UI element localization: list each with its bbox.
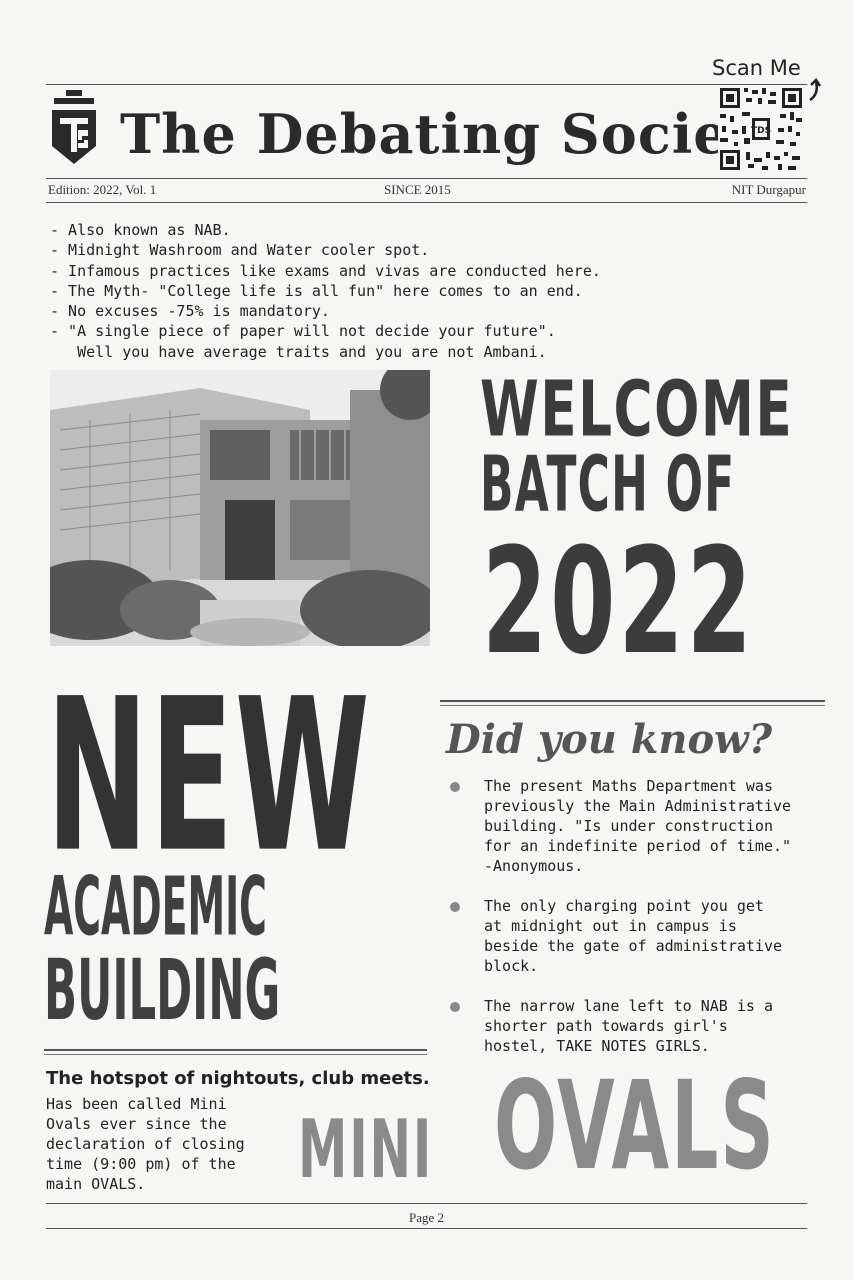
hotspot-line: Has been called Mini — [46, 1095, 227, 1113]
hotspot-line: time (9:00 pm) of the — [46, 1155, 236, 1173]
did-you-know-title: Did you know? — [446, 716, 773, 763]
hotspot-line: main OVALS. — [46, 1175, 146, 1193]
list-item: - No excuses -75% is mandatory. — [50, 302, 330, 321]
footer-top-rule — [46, 1203, 807, 1204]
list-item: The present Maths Department was previou… — [446, 776, 831, 876]
masthead-top-rule — [46, 84, 807, 85]
batch-of-heading: BATCH OF — [480, 439, 736, 529]
ovals-heading: OVALS — [494, 1055, 776, 1198]
footer-bottom-rule — [46, 1228, 807, 1229]
hotspot-top-rule — [44, 1049, 427, 1051]
list-item: Well you have average traits and you are… — [50, 342, 547, 361]
society-logo-icon — [52, 90, 96, 164]
fact-text: The present Maths Department was previou… — [484, 777, 792, 875]
newspaper-title: The Debating Society — [120, 102, 787, 166]
intro-bullet-list: - Also known as NAB. - Midnight Washroom… — [50, 220, 601, 362]
arrow-icon — [809, 78, 822, 102]
since-label: SINCE 2015 — [384, 182, 451, 197]
hotspot-body: Has been called Mini Ovals ever since th… — [46, 1094, 245, 1194]
edition-label: Edition: 2022, Vol. 1 — [48, 182, 157, 197]
mini-heading: MINI — [298, 1103, 434, 1196]
bullet-icon — [450, 1002, 460, 1012]
bullet-icon — [450, 902, 460, 912]
masthead-mid-rule — [46, 178, 807, 179]
list-item: - Infamous practices like exams and viva… — [50, 261, 601, 280]
hotspot-title: The hotspot of nightouts, club meets. — [46, 1068, 430, 1089]
hotspot-line: declaration of closing — [46, 1135, 245, 1153]
institute-label: NIT Durgapur — [731, 182, 806, 197]
fact-text: The only charging point you get at midni… — [484, 897, 783, 975]
hotspot-top-rule-2 — [44, 1054, 427, 1055]
did-you-know-list: The present Maths Department was previou… — [446, 776, 831, 1076]
scan-me-label: Scan Me — [712, 56, 801, 80]
bullet-icon — [450, 782, 460, 792]
list-item: - "A single piece of paper will not deci… — [50, 322, 556, 341]
qr-center-logo: TDS — [751, 126, 771, 136]
masthead-bottom-rule — [46, 202, 807, 203]
list-item: The only charging point you get at midni… — [446, 896, 831, 976]
list-item: The narrow lane left to NAB is a shorter… — [446, 996, 831, 1056]
list-item: - Also known as NAB. — [50, 221, 231, 239]
did-you-know-top-rule-2 — [440, 705, 825, 706]
new-heading: NEW — [46, 654, 372, 899]
did-you-know-top-rule — [440, 700, 825, 702]
fact-text: The narrow lane left to NAB is a shorter… — [484, 997, 773, 1055]
academic-heading: ACADEMIC — [44, 859, 267, 955]
list-item: - The Myth- "College life is all fun" he… — [50, 281, 583, 300]
welcome-heading: WELCOME — [480, 364, 794, 454]
building-photo — [50, 370, 430, 646]
qr-code[interactable]: TDS — [718, 86, 804, 172]
building-heading: BUILDING — [44, 940, 281, 1040]
page-number: Page 2 — [408, 1210, 445, 1225]
list-item: - Midnight Washroom and Water cooler spo… — [50, 241, 430, 260]
hotspot-line: Ovals ever since the — [46, 1115, 227, 1133]
batch-year: 2022 — [482, 517, 755, 688]
